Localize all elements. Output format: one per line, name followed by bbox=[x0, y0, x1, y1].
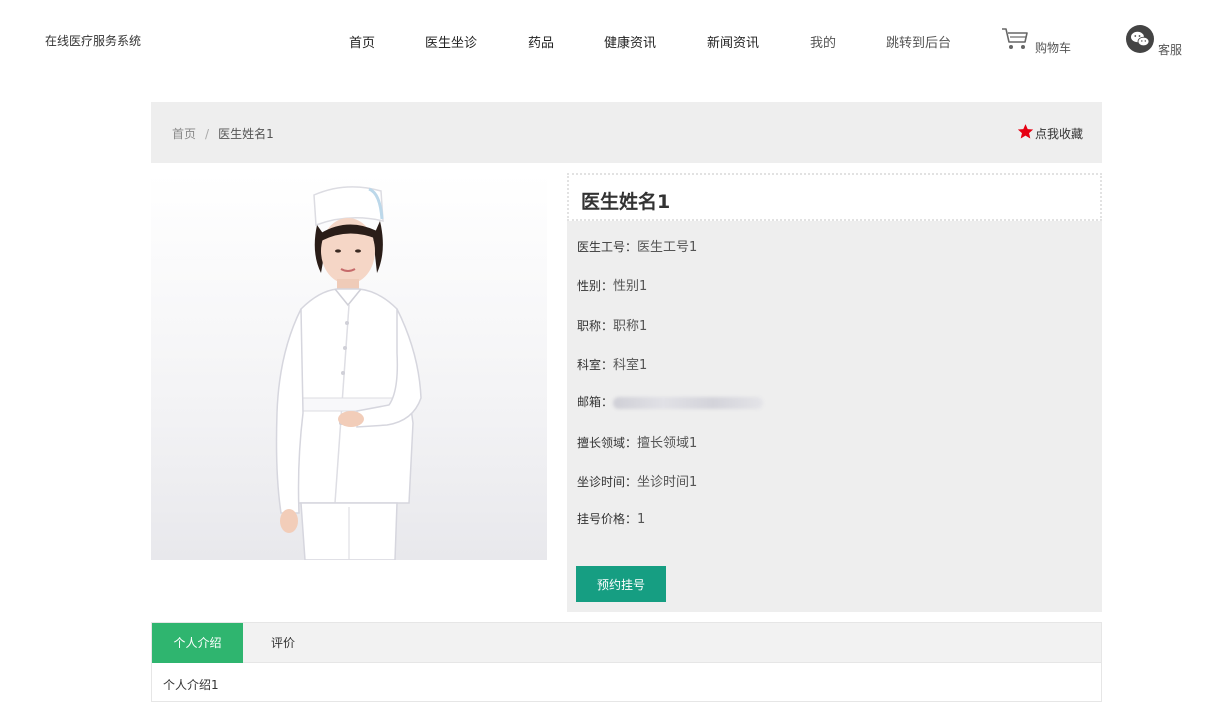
favorite-button[interactable]: 点我收藏 bbox=[1017, 123, 1083, 143]
detail-tabs: 个人介绍 评价 个人介绍1 bbox=[151, 622, 1102, 702]
nav-medicine[interactable]: 药品 bbox=[528, 32, 554, 51]
wechat-icon bbox=[1125, 24, 1155, 57]
tab-introduction[interactable]: 个人介绍 bbox=[152, 623, 243, 663]
nav-news[interactable]: 新闻资讯 bbox=[707, 32, 759, 51]
field-consult-time: 坐诊时间：坐诊时间1 bbox=[577, 471, 697, 490]
doctor-name-box: 医生姓名1 bbox=[567, 173, 1102, 221]
customer-service-label: 客服 bbox=[1158, 43, 1183, 57]
field-doctor-id: 医生工号：医生工号1 bbox=[577, 236, 697, 255]
field-department: 科室：科室1 bbox=[577, 354, 647, 373]
field-value: 1 bbox=[637, 512, 646, 527]
field-value: 性别1 bbox=[613, 279, 648, 294]
breadcrumb-home[interactable]: 首页 bbox=[172, 127, 196, 141]
nav-health-info[interactable]: 健康资讯 bbox=[604, 32, 656, 51]
field-value: 擅长领域1 bbox=[637, 436, 698, 451]
doctor-name: 医生姓名1 bbox=[581, 191, 671, 213]
field-label: 擅长领域： bbox=[577, 436, 638, 450]
favorite-label: 点我收藏 bbox=[1034, 126, 1083, 141]
tab-bar: 个人介绍 评价 bbox=[152, 623, 1101, 663]
field-label: 坐诊时间： bbox=[577, 475, 638, 489]
field-price: 挂号价格：1 bbox=[577, 510, 645, 527]
field-label: 挂号价格： bbox=[577, 512, 638, 526]
field-title: 职称：职称1 bbox=[577, 315, 647, 334]
nav-doctor-consult[interactable]: 医生坐诊 bbox=[425, 32, 477, 51]
field-label: 医生工号： bbox=[577, 240, 638, 254]
breadcrumb-current: 医生姓名1 bbox=[218, 127, 274, 141]
field-value: 科室1 bbox=[613, 358, 648, 373]
breadcrumb-separator: / bbox=[205, 127, 210, 141]
breadcrumb: 首页 / 医生姓名1 bbox=[172, 125, 274, 142]
doctor-info-panel: 医生姓名1 医生工号：医生工号1 性别：性别1 职称：职称1 科室：科室1 邮箱… bbox=[567, 173, 1102, 612]
field-gender: 性别：性别1 bbox=[577, 275, 647, 294]
site-name[interactable]: 在线医疗服务系统 bbox=[45, 32, 141, 49]
doctor-photo bbox=[151, 173, 547, 560]
star-icon bbox=[1017, 123, 1034, 143]
email-redacted bbox=[613, 396, 764, 409]
field-specialty: 擅长领域：擅长领域1 bbox=[577, 432, 697, 451]
cart-label: 购物车 bbox=[1035, 41, 1072, 55]
field-email: 邮箱： bbox=[577, 393, 764, 410]
nav-admin[interactable]: 跳转到后台 bbox=[886, 32, 951, 51]
field-value: 坐诊时间1 bbox=[637, 475, 698, 490]
field-value: 医生工号1 bbox=[637, 240, 698, 255]
tab-reviews[interactable]: 评价 bbox=[243, 623, 323, 663]
top-header: 在线医疗服务系统 首页 医生坐诊 药品 健康资讯 新闻资讯 我的 跳转到后台 购… bbox=[0, 0, 1208, 80]
cart-link[interactable]: 购物车 bbox=[1000, 26, 1071, 55]
breadcrumb-bar: 首页 / 医生姓名1 点我收藏 bbox=[151, 102, 1102, 163]
tab-content: 个人介绍1 bbox=[163, 678, 219, 692]
field-label: 科室： bbox=[577, 358, 614, 372]
field-label: 性别： bbox=[577, 279, 614, 293]
field-value: 职称1 bbox=[613, 319, 648, 334]
nav-home[interactable]: 首页 bbox=[349, 32, 375, 51]
nav-mine[interactable]: 我的 bbox=[810, 32, 836, 51]
customer-service-link[interactable]: 客服 bbox=[1125, 24, 1182, 57]
cart-icon bbox=[1000, 26, 1030, 55]
book-appointment-button[interactable]: 预约挂号 bbox=[576, 566, 666, 602]
field-label: 邮箱： bbox=[577, 395, 614, 409]
field-label: 职称： bbox=[577, 319, 614, 333]
